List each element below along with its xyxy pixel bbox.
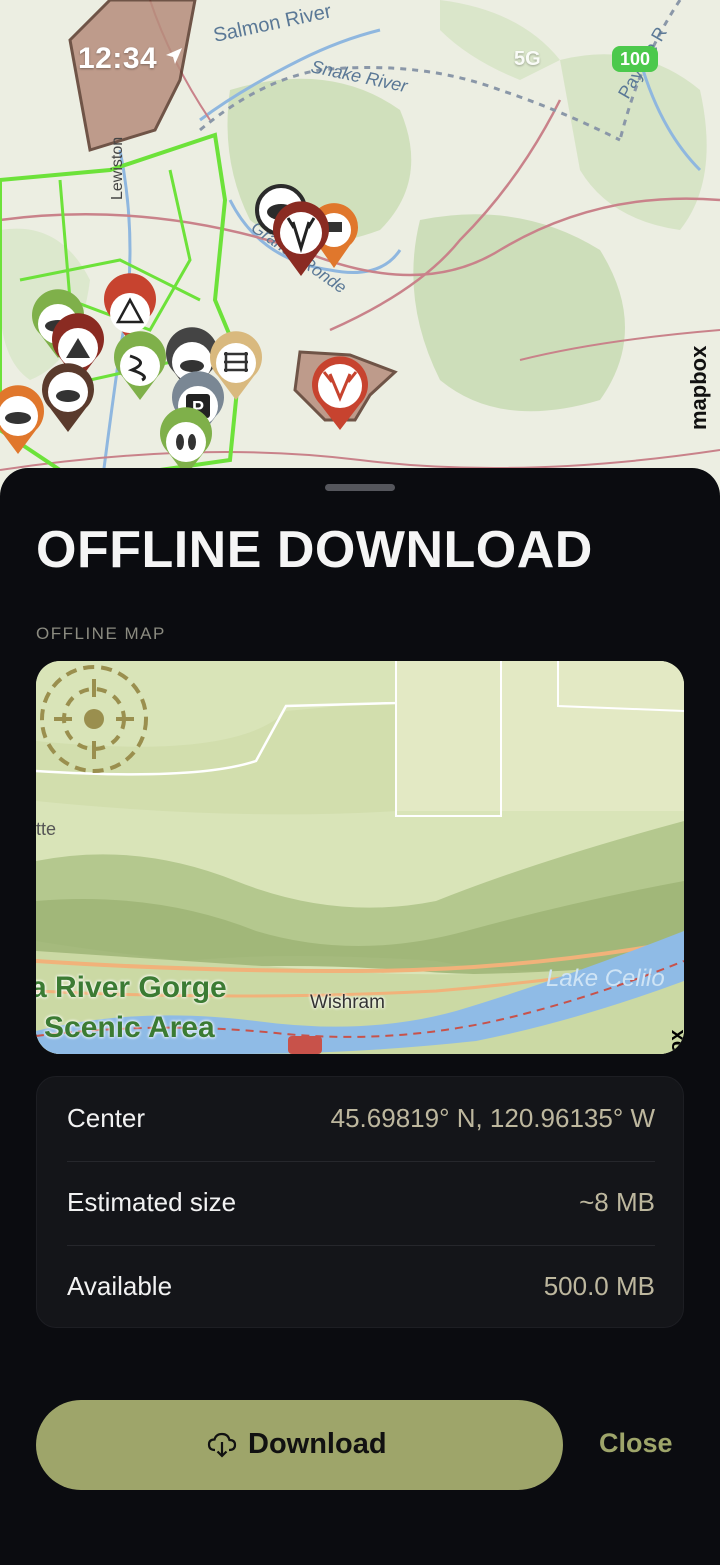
preview-label-edge: tte xyxy=(36,819,57,839)
info-key: Center xyxy=(67,1103,146,1133)
download-button-label: Download xyxy=(248,1428,387,1460)
battery-indicator: 100 xyxy=(612,46,658,72)
offline-map-preview[interactable]: tte a River Gorge Scenic Area Wishram La… xyxy=(36,661,684,1054)
cloud-download-icon xyxy=(207,1432,237,1458)
svg-text:Lewiston: Lewiston xyxy=(109,137,126,200)
signal-indicator: 5G xyxy=(514,48,541,70)
location-arrow-icon xyxy=(166,48,182,64)
sheet-grabber[interactable] xyxy=(325,484,395,491)
download-info-card: Center 45.69819° N, 120.96135° W Estimat… xyxy=(36,1076,684,1328)
info-key: Estimated size xyxy=(67,1187,237,1217)
info-row-available: Available 500.0 MB xyxy=(67,1245,655,1329)
info-key: Available xyxy=(67,1271,173,1301)
info-value: 45.69819° N, 120.96135° W xyxy=(330,1103,655,1133)
offline-map-section-label: OFFLINE MAP xyxy=(36,624,166,643)
offline-download-sheet: OFFLINE DOWNLOAD OFFLINE MAP tte a River… xyxy=(0,468,720,1565)
preview-label-gorge: a River Gorge xyxy=(36,971,227,1004)
close-button[interactable]: Close xyxy=(599,1428,673,1459)
info-value: 500.0 MB xyxy=(543,1271,655,1301)
info-row-center: Center 45.69819° N, 120.96135° W xyxy=(67,1077,655,1161)
preview-mapbox-attribution[interactable]: ox xyxy=(666,1013,684,1053)
preview-label-scenic: Scenic Area xyxy=(44,1011,215,1044)
preview-label-lake: Lake Celilo xyxy=(546,965,665,992)
preview-label-town: Wishram xyxy=(310,992,385,1013)
download-button[interactable]: Download xyxy=(36,1400,563,1490)
sheet-title: OFFLINE DOWNLOAD xyxy=(36,521,593,579)
info-row-estimated-size: Estimated size ~8 MB xyxy=(67,1161,655,1245)
mapbox-attribution[interactable]: mapbox xyxy=(686,310,712,430)
status-time: 12:34 xyxy=(78,42,158,75)
status-bar: 12:34 5G 100 xyxy=(0,0,720,100)
crosshair-target-icon xyxy=(40,665,148,773)
info-value: ~8 MB xyxy=(579,1187,655,1217)
